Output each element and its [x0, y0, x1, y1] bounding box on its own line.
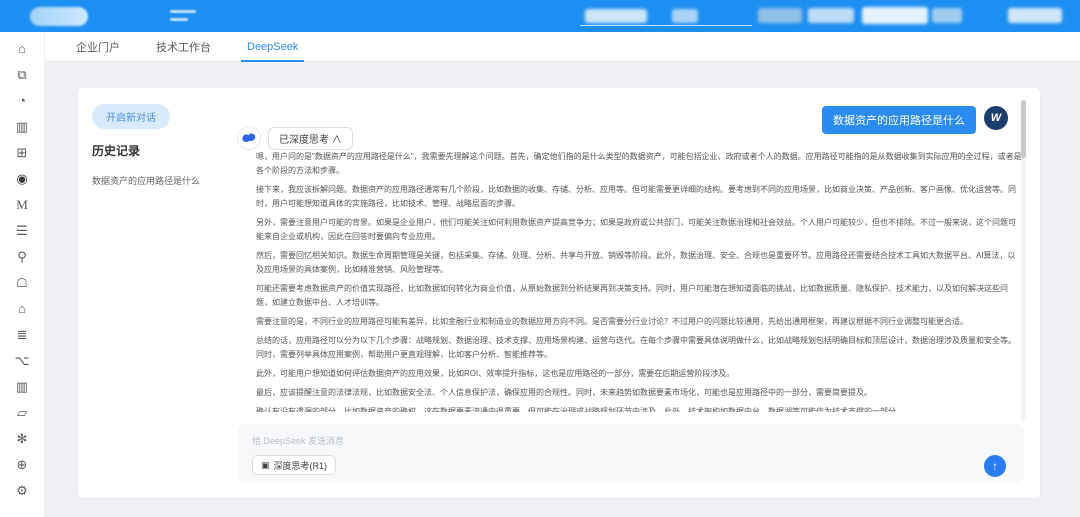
sitemap-icon[interactable]: ⌥: [11, 354, 33, 368]
tab-enterprise-portal[interactable]: 企业门户: [70, 32, 126, 61]
badge-icon[interactable]: ✻: [11, 432, 33, 446]
deep-think-icon: ▣: [261, 460, 270, 471]
reasoning-paragraph: 接下来，我应该拆解问题。数据资产的应用路径通常有几个阶段，比如数据的收集、存储、…: [256, 183, 1022, 211]
topbar-menu-item[interactable]: [862, 7, 928, 24]
reasoning-paragraph: 确认有没有遗漏的部分，比如数据资产的确权，这在数据要素流通中很重要，但可能在治理…: [256, 405, 1022, 412]
barcode-icon[interactable]: ▥: [11, 120, 33, 134]
barcode-alt-icon[interactable]: ▥: [11, 380, 33, 394]
globe-icon[interactable]: ⊕: [11, 458, 33, 472]
reasoning-paragraph: 嗯，用户问的是"数据资产的应用路径是什么"，我需要先理解这个问题。首先，确定他们…: [256, 150, 1022, 178]
chat-scrollbar: [1021, 100, 1026, 422]
shield-icon[interactable]: ☖: [11, 276, 33, 290]
list-icon[interactable]: ☰: [11, 224, 33, 238]
topbar-menu-item[interactable]: [932, 8, 962, 23]
deep-think-label: 深度思考(R1): [274, 459, 328, 472]
reasoning-paragraph: 另外，需要注意用户可能的背景。如果是企业用户，他们可能关注如何利用数据资产提高竞…: [256, 216, 1022, 244]
user-message-bubble: 数据资产的应用路径是什么: [822, 106, 976, 134]
reasoning-text: 嗯，用户问的是"数据资产的应用路径是什么"，我需要先理解这个问题。首先，确定他们…: [256, 150, 1022, 412]
window-scrollbar[interactable]: [1073, 62, 1078, 517]
left-icon-rail: ⌂ ⧉ ◔ ▥ ⊞ ◉ M ☰ ⚲ ☖ ⌂ ≣ ⌥ ▥ ▱ ✻ ⊕ ⚙: [0, 32, 45, 517]
reasoning-paragraph: 然后，需要回忆相关知识。数据生命周期管理是关键，包括采集、存储、处理、分析、共享…: [256, 249, 1022, 277]
video-add-icon[interactable]: ⊞: [11, 146, 33, 160]
tab-deepseek[interactable]: DeepSeek: [241, 32, 304, 61]
organization-icon[interactable]: ⧉: [11, 68, 33, 82]
message-composer: ▣ 深度思考(R1) ↑: [238, 424, 1024, 482]
topbar-menu-item[interactable]: [1008, 8, 1062, 23]
user-avatar: W: [984, 106, 1008, 130]
app-logo: [30, 7, 88, 26]
tab-tech-workbench[interactable]: 技术工作台: [150, 32, 217, 61]
chat-scrollbar-thumb[interactable]: [1021, 100, 1026, 158]
hamburger-icon[interactable]: [170, 10, 196, 21]
folder-icon[interactable]: ▱: [11, 406, 33, 420]
topbar: [0, 0, 1080, 32]
history-title: 历史记录: [92, 142, 140, 159]
message-input[interactable]: [252, 432, 852, 450]
home-icon[interactable]: ⌂: [11, 42, 33, 56]
settings-icon[interactable]: ⚙: [11, 484, 33, 498]
globe-dark-icon[interactable]: ◉: [11, 172, 33, 186]
reasoning-paragraph: 最后，应该提醒注意的法律法规，比如数据安全法、个人信息保护法，确保应用的合规性。…: [256, 386, 1022, 400]
topbar-underline: [580, 25, 752, 26]
send-button[interactable]: ↑: [984, 455, 1006, 477]
user-icon[interactable]: ⚲: [11, 250, 33, 264]
topbar-menu-item[interactable]: [758, 8, 802, 23]
topbar-menu-item[interactable]: [808, 8, 854, 23]
deep-thought-toggle[interactable]: 已深度思考 ∧: [268, 127, 353, 150]
home-alt-icon[interactable]: ⌂: [11, 302, 33, 316]
pie-chart-icon[interactable]: ◔: [11, 94, 33, 108]
user-message-row: 数据资产的应用路径是什么 W: [822, 106, 1008, 134]
reasoning-paragraph: 此外，可能用户想知道如何评估数据资产的应用效果，比如ROI、效率提升指标，这也是…: [256, 367, 1022, 381]
new-chat-button[interactable]: 开启新对话: [92, 104, 170, 129]
deepseek-whale-icon: [237, 126, 261, 150]
reasoning-paragraph: 可能还需要考虑数据资产的价值实现路径，比如数据如何转化为商业价值，从原始数据到分…: [256, 282, 1022, 310]
history-list-item[interactable]: 数据资产的应用路径是什么: [92, 174, 227, 187]
layers-icon[interactable]: ≣: [11, 328, 33, 342]
topbar-menu-item[interactable]: [585, 9, 647, 23]
reasoning-paragraph: 需要注意的是，不同行业的应用路径可能有差异，比如金融行业和制造业的数据应用方向不…: [256, 315, 1022, 329]
topbar-menu-item[interactable]: [672, 9, 698, 23]
reasoning-paragraph: 总结的话，应用路径可以分为以下几个步骤：战略规划、数据治理、技术支撑、应用场景构…: [256, 334, 1022, 362]
chat-card: 开启新对话 历史记录 数据资产的应用路径是什么 数据资产的应用路径是什么 W 已…: [78, 88, 1040, 498]
tab-bar: 企业门户 技术工作台 DeepSeek: [45, 32, 1080, 62]
deep-think-r1-button[interactable]: ▣ 深度思考(R1): [252, 455, 336, 475]
letter-m-icon[interactable]: M: [11, 198, 33, 212]
